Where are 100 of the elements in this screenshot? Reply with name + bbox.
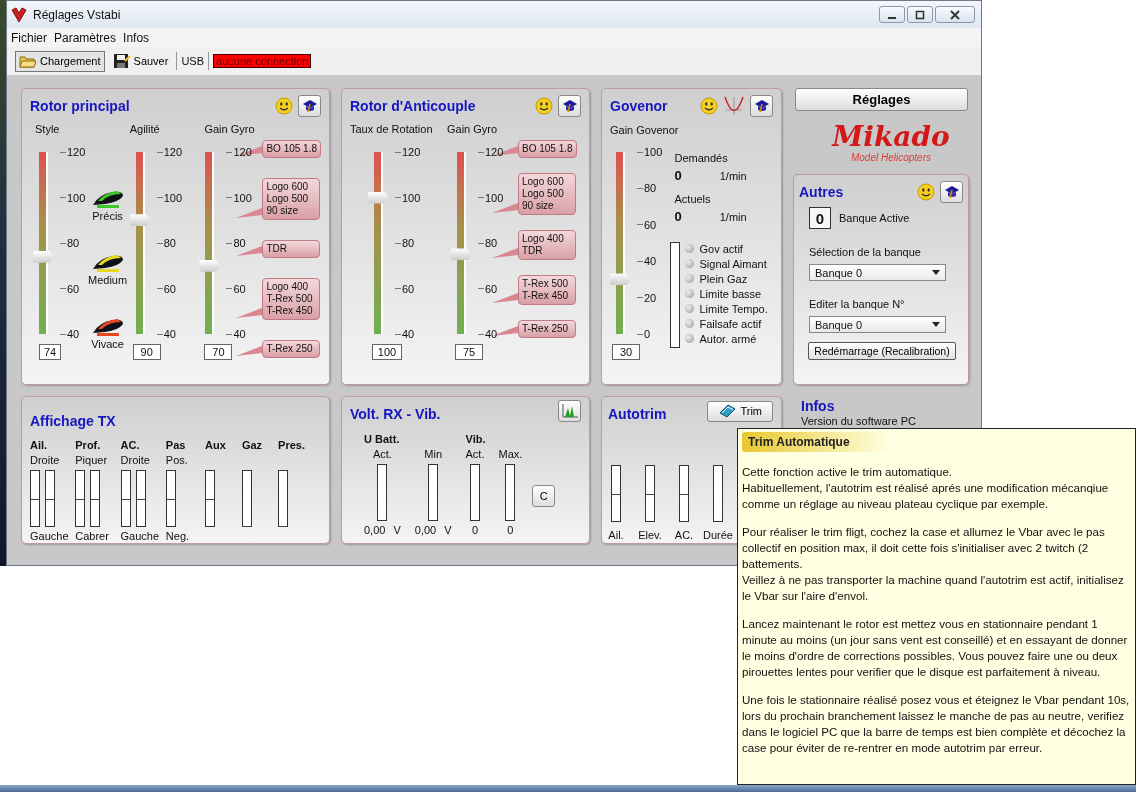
value-field[interactable]: 90 xyxy=(132,344,161,360)
callout-pointer xyxy=(236,206,263,220)
menu-item[interactable]: Fichier xyxy=(11,30,47,45)
meter-label: Max. xyxy=(498,448,523,461)
readout-label: Actuels xyxy=(674,193,712,205)
logo-tagline: Model Helicopters xyxy=(850,152,931,163)
meter-label: Act. xyxy=(372,448,392,461)
model-tag: T-Rex 500 T-Rex 450 xyxy=(518,275,576,305)
channel-name: Aux xyxy=(205,439,226,451)
panel-title: Rotor principal xyxy=(30,98,130,114)
value-field[interactable]: 70 xyxy=(204,344,233,360)
tick-label: 40 xyxy=(478,328,498,340)
tooltip-paragraph: Pour réaliser le trim fligt, cochez la case et allumez le Vbar avec le pas collectif en position max, il doit cette fois s'initialiser avec 2 twitch (2 battements. Veillez à ne pas transporter la machine quand l'autotrim est actif, initialisez le Vbar sur l'aire d'envol. xyxy=(742,524,1125,604)
logo-text: Mikado xyxy=(832,122,950,152)
close-button[interactable] xyxy=(935,6,975,23)
value-field[interactable]: 100 xyxy=(372,344,402,360)
value-field[interactable]: 74 xyxy=(39,344,61,360)
channel-name: AC. xyxy=(120,439,141,451)
field-label: Editer la banque N° xyxy=(809,298,906,310)
slider-thumb[interactable] xyxy=(129,214,151,227)
menu-item[interactable]: Infos xyxy=(123,30,150,45)
minimize-button[interactable] xyxy=(879,6,905,23)
meter-reading: 0 xyxy=(507,524,514,536)
window-title: Réglages Vstabi xyxy=(33,7,121,22)
readout-value: 0 xyxy=(674,209,682,224)
slider-thumb[interactable] xyxy=(199,259,221,272)
tick-label: 20 xyxy=(637,291,657,304)
recalibration-button[interactable]: Redémarrage (Recalibration) xyxy=(808,342,956,360)
value-field[interactable]: 75 xyxy=(455,344,483,360)
tick-label: 40 xyxy=(60,328,80,340)
tooltip-paragraph: Cette fonction active le trim automatique. Habituellement, l'autotrim est réalisé aprés une modification mécanqiue comme un réglage au niveau plateau cyclique par exemple. xyxy=(742,464,1110,512)
toolbar-button[interactable]: Sauver xyxy=(108,50,173,72)
close-icon xyxy=(950,9,960,20)
tick-label: 60 xyxy=(637,218,657,231)
callout-pointer xyxy=(492,246,518,260)
tooltip-title: Trim Automatique xyxy=(742,432,890,452)
smiley-icon xyxy=(275,97,293,115)
meter-label: Elev. xyxy=(638,529,662,542)
slider-thumb[interactable] xyxy=(610,273,631,286)
tutorial-button[interactable] xyxy=(940,181,963,203)
channel-name: Pres. xyxy=(278,439,305,451)
tick-label: 120 xyxy=(226,146,252,158)
model-tag: BO 105 1.8 xyxy=(518,140,577,158)
tick-label: 80 xyxy=(478,237,498,249)
tick-label: 80 xyxy=(60,237,80,249)
slider-thumb[interactable] xyxy=(368,191,389,204)
tick-label: 60 xyxy=(226,282,246,295)
bank-dropdown[interactable]: Banque 0 xyxy=(809,264,946,281)
unit-label: V xyxy=(444,524,452,536)
curve-icon xyxy=(723,96,745,116)
value-field[interactable]: 30 xyxy=(612,344,640,360)
direction-label: Gauche xyxy=(30,530,70,543)
tick-label: 100 xyxy=(226,191,252,204)
tutorial-button[interactable] xyxy=(750,95,773,117)
chart-button[interactable] xyxy=(558,400,581,422)
style-label: Précis xyxy=(92,210,123,222)
maximize-button[interactable] xyxy=(907,6,933,23)
smiley-icon xyxy=(535,97,553,115)
connection-status: aucune connection xyxy=(213,54,312,68)
toolbar-button[interactable]: Chargement xyxy=(15,50,105,72)
callout-pointer xyxy=(492,291,518,305)
caret-icon xyxy=(932,322,940,327)
model-tag: BO 105 1.8 xyxy=(262,140,321,158)
tooltip-paragraph: Une fois le stationnaire réalisé posez vous et éteignez le Vbar pendant 10s, lors du prochain branchement laissez le manche de pas au neutre, verifiez dans le logiciel PC que la barre de temps est bien complète et décochez la case pour éviter de re-rentrer en mode autotrim par erreur. xyxy=(742,692,1131,756)
tick-label: 100 xyxy=(637,146,663,158)
reset-button[interactable]: C xyxy=(532,485,556,507)
panel-title: Autres xyxy=(799,184,844,200)
channel-name: Ail. xyxy=(30,439,49,451)
tooltip-paragraph: Lancez maintenant le rotor est mettez vous en stationnaire pendant 1 minute au moins (un jour sans vent est conseillé) et en essayant de donner le moins d'ordre de corrections possibles. Vous pouvez faire une ou deux pirouettes lentes pour verifier que le disque est parfaitement à niveau. xyxy=(742,616,1129,680)
tutorial-button[interactable] xyxy=(558,95,581,117)
status-label: Limite Tempo. xyxy=(699,302,768,315)
model-tag: Logo 400 T-Rex 500 T-Rex 450 xyxy=(262,278,321,320)
trim-button[interactable]: Trim xyxy=(707,400,773,422)
slider-thumb[interactable] xyxy=(451,248,472,261)
bank-dropdown[interactable]: Banque 0 xyxy=(809,316,946,333)
tick-label: 100 xyxy=(60,191,86,204)
unit-label: 1/min xyxy=(719,170,747,182)
status-label: Limite basse xyxy=(699,287,762,300)
tutorial-button[interactable] xyxy=(298,95,321,117)
status-label: Autor. armé xyxy=(699,332,757,345)
callout-pointer xyxy=(236,344,263,358)
settings-button[interactable]: Réglages xyxy=(795,88,968,111)
meter-label: Ail. xyxy=(608,529,624,542)
bank-label: Banque Active xyxy=(839,212,910,224)
chart-icon xyxy=(561,404,578,418)
field-label: Sélection de la banque xyxy=(809,246,922,258)
panel-title: Volt. RX - Vib. xyxy=(350,406,441,422)
tick-label: 40 xyxy=(637,255,657,268)
caret-icon xyxy=(932,270,940,275)
tick-label: 60 xyxy=(156,282,176,295)
model-tag: TDR xyxy=(262,240,321,258)
direction-label: Droite xyxy=(30,454,61,467)
tick-label: 120 xyxy=(60,146,86,158)
status-label: Failsafe actif xyxy=(699,317,762,330)
direction-label: Cabrer xyxy=(75,530,110,543)
menu-item[interactable]: Paramètres xyxy=(54,30,117,45)
meter-label: Act. xyxy=(465,448,485,461)
readout-label: Demandés xyxy=(674,152,729,164)
slider-thumb[interactable] xyxy=(33,250,54,263)
callout-pointer xyxy=(236,306,263,320)
